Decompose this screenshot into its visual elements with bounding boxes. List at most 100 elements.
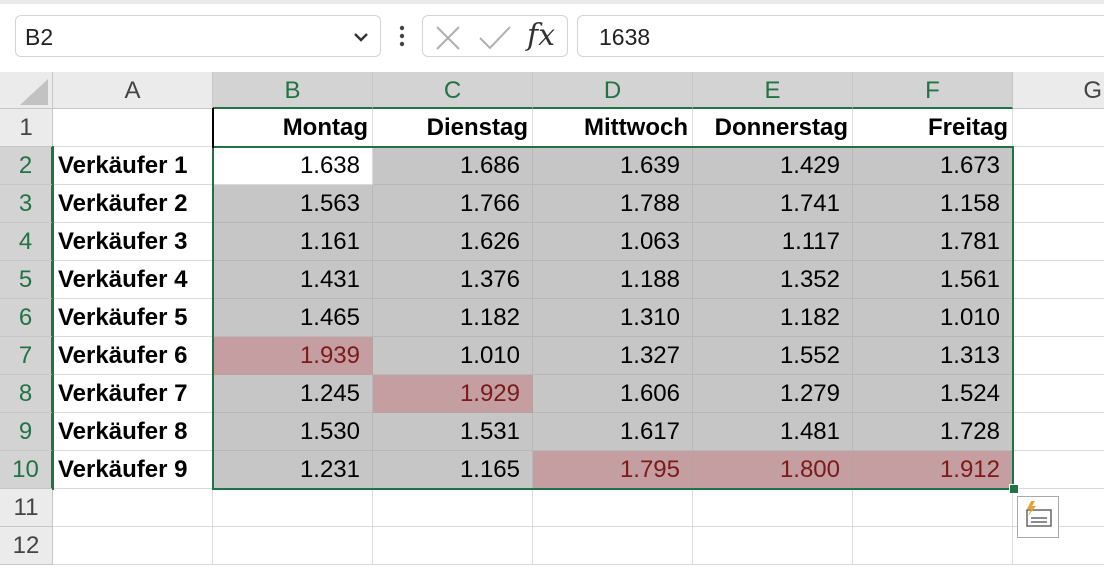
cell-f5[interactable]: 1.561 bbox=[853, 261, 1013, 299]
row-header-5[interactable]: 5 bbox=[0, 261, 53, 299]
column-header-b[interactable]: B bbox=[213, 72, 373, 109]
chevron-down-icon[interactable] bbox=[352, 28, 370, 46]
cell-a9[interactable]: Verkäufer 8 bbox=[53, 413, 213, 451]
cell-g5[interactable] bbox=[1013, 261, 1104, 299]
cell-c11[interactable] bbox=[373, 489, 533, 527]
cancel-x-icon[interactable] bbox=[435, 25, 461, 51]
column-header-f[interactable]: F bbox=[853, 72, 1013, 109]
cell-g8[interactable] bbox=[1013, 375, 1104, 413]
cell-d10[interactable]: 1.795 bbox=[533, 451, 693, 489]
cell-d7[interactable]: 1.327 bbox=[533, 337, 693, 375]
cell-b2[interactable]: 1.638 bbox=[213, 147, 373, 185]
cell-g4[interactable] bbox=[1013, 223, 1104, 261]
cell-d3[interactable]: 1.788 bbox=[533, 185, 693, 223]
cell-f8[interactable]: 1.524 bbox=[853, 375, 1013, 413]
cell-b8[interactable]: 1.245 bbox=[213, 375, 373, 413]
cell-b7[interactable]: 1.939 bbox=[213, 337, 373, 375]
row-header-8[interactable]: 8 bbox=[0, 375, 53, 413]
cell-b4[interactable]: 1.161 bbox=[213, 223, 373, 261]
cell-b6[interactable]: 1.465 bbox=[213, 299, 373, 337]
cell-a8[interactable]: Verkäufer 7 bbox=[53, 375, 213, 413]
fill-handle[interactable] bbox=[1009, 484, 1019, 494]
row-header-9[interactable]: 9 bbox=[0, 413, 53, 451]
formula-bar-input[interactable]: 1638 bbox=[577, 15, 1104, 57]
cell-f2[interactable]: 1.673 bbox=[853, 147, 1013, 185]
cell-c4[interactable]: 1.626 bbox=[373, 223, 533, 261]
enter-check-icon[interactable] bbox=[478, 25, 512, 51]
cell-a4[interactable]: Verkäufer 3 bbox=[53, 223, 213, 261]
row-header-12[interactable]: 12 bbox=[0, 527, 53, 565]
cell-e6[interactable]: 1.182 bbox=[693, 299, 853, 337]
cell-d9[interactable]: 1.617 bbox=[533, 413, 693, 451]
column-header-g[interactable]: G bbox=[1013, 72, 1104, 109]
cell-c1[interactable]: Dienstag bbox=[373, 109, 533, 147]
cell-f11[interactable] bbox=[853, 489, 1013, 527]
cell-g10[interactable] bbox=[1013, 451, 1104, 489]
cell-a6[interactable]: Verkäufer 5 bbox=[53, 299, 213, 337]
cell-a11[interactable] bbox=[53, 489, 213, 527]
cell-g6[interactable] bbox=[1013, 299, 1104, 337]
column-header-c[interactable]: C bbox=[373, 72, 533, 109]
column-header-a[interactable]: A bbox=[53, 72, 213, 109]
cell-d4[interactable]: 1.063 bbox=[533, 223, 693, 261]
cell-f1[interactable]: Freitag bbox=[853, 109, 1013, 147]
cell-c6[interactable]: 1.182 bbox=[373, 299, 533, 337]
cell-e12[interactable] bbox=[693, 527, 853, 565]
cell-f6[interactable]: 1.010 bbox=[853, 299, 1013, 337]
cell-d8[interactable]: 1.606 bbox=[533, 375, 693, 413]
cell-d11[interactable] bbox=[533, 489, 693, 527]
name-box[interactable]: B2 bbox=[15, 15, 381, 57]
cell-a5[interactable]: Verkäufer 4 bbox=[53, 261, 213, 299]
cell-e7[interactable]: 1.552 bbox=[693, 337, 853, 375]
cell-g1[interactable] bbox=[1013, 109, 1104, 147]
cell-b12[interactable] bbox=[213, 527, 373, 565]
cell-e1[interactable]: Donnerstag bbox=[693, 109, 853, 147]
cell-b9[interactable]: 1.530 bbox=[213, 413, 373, 451]
row-header-1[interactable]: 1 bbox=[0, 109, 53, 147]
cell-c9[interactable]: 1.531 bbox=[373, 413, 533, 451]
column-header-e[interactable]: E bbox=[693, 72, 853, 109]
cell-c12[interactable] bbox=[373, 527, 533, 565]
cell-c3[interactable]: 1.766 bbox=[373, 185, 533, 223]
cell-e4[interactable]: 1.117 bbox=[693, 223, 853, 261]
cell-e2[interactable]: 1.429 bbox=[693, 147, 853, 185]
insert-function-fx-icon[interactable]: fx bbox=[527, 18, 555, 53]
cell-d12[interactable] bbox=[533, 527, 693, 565]
cell-b5[interactable]: 1.431 bbox=[213, 261, 373, 299]
cell-e3[interactable]: 1.741 bbox=[693, 185, 853, 223]
cell-d5[interactable]: 1.188 bbox=[533, 261, 693, 299]
cell-e10[interactable]: 1.800 bbox=[693, 451, 853, 489]
cell-f12[interactable] bbox=[853, 527, 1013, 565]
more-vertical-icon[interactable] bbox=[392, 22, 412, 50]
cell-f9[interactable]: 1.728 bbox=[853, 413, 1013, 451]
cell-a2[interactable]: Verkäufer 1 bbox=[53, 147, 213, 185]
cell-c7[interactable]: 1.010 bbox=[373, 337, 533, 375]
row-header-2[interactable]: 2 bbox=[0, 147, 53, 185]
cell-b11[interactable] bbox=[213, 489, 373, 527]
select-all-corner[interactable] bbox=[0, 72, 53, 109]
cell-a7[interactable]: Verkäufer 6 bbox=[53, 337, 213, 375]
quick-analysis-button[interactable] bbox=[1017, 496, 1059, 538]
cell-b3[interactable]: 1.563 bbox=[213, 185, 373, 223]
cell-b1[interactable]: Montag bbox=[213, 109, 373, 147]
cell-a10[interactable]: Verkäufer 9 bbox=[53, 451, 213, 489]
cell-g3[interactable] bbox=[1013, 185, 1104, 223]
cell-f3[interactable]: 1.158 bbox=[853, 185, 1013, 223]
cell-d6[interactable]: 1.310 bbox=[533, 299, 693, 337]
row-header-4[interactable]: 4 bbox=[0, 223, 53, 261]
cell-g7[interactable] bbox=[1013, 337, 1104, 375]
cell-c10[interactable]: 1.165 bbox=[373, 451, 533, 489]
cell-f10[interactable]: 1.912 bbox=[853, 451, 1013, 489]
row-header-10[interactable]: 10 bbox=[0, 451, 53, 489]
cell-e5[interactable]: 1.352 bbox=[693, 261, 853, 299]
cell-f7[interactable]: 1.313 bbox=[853, 337, 1013, 375]
cell-c5[interactable]: 1.376 bbox=[373, 261, 533, 299]
cell-c8[interactable]: 1.929 bbox=[373, 375, 533, 413]
cell-f4[interactable]: 1.781 bbox=[853, 223, 1013, 261]
cell-c2[interactable]: 1.686 bbox=[373, 147, 533, 185]
cell-d1[interactable]: Mittwoch bbox=[533, 109, 693, 147]
column-header-d[interactable]: D bbox=[533, 72, 693, 109]
cell-g2[interactable] bbox=[1013, 147, 1104, 185]
row-header-11[interactable]: 11 bbox=[0, 489, 53, 527]
cell-e11[interactable] bbox=[693, 489, 853, 527]
